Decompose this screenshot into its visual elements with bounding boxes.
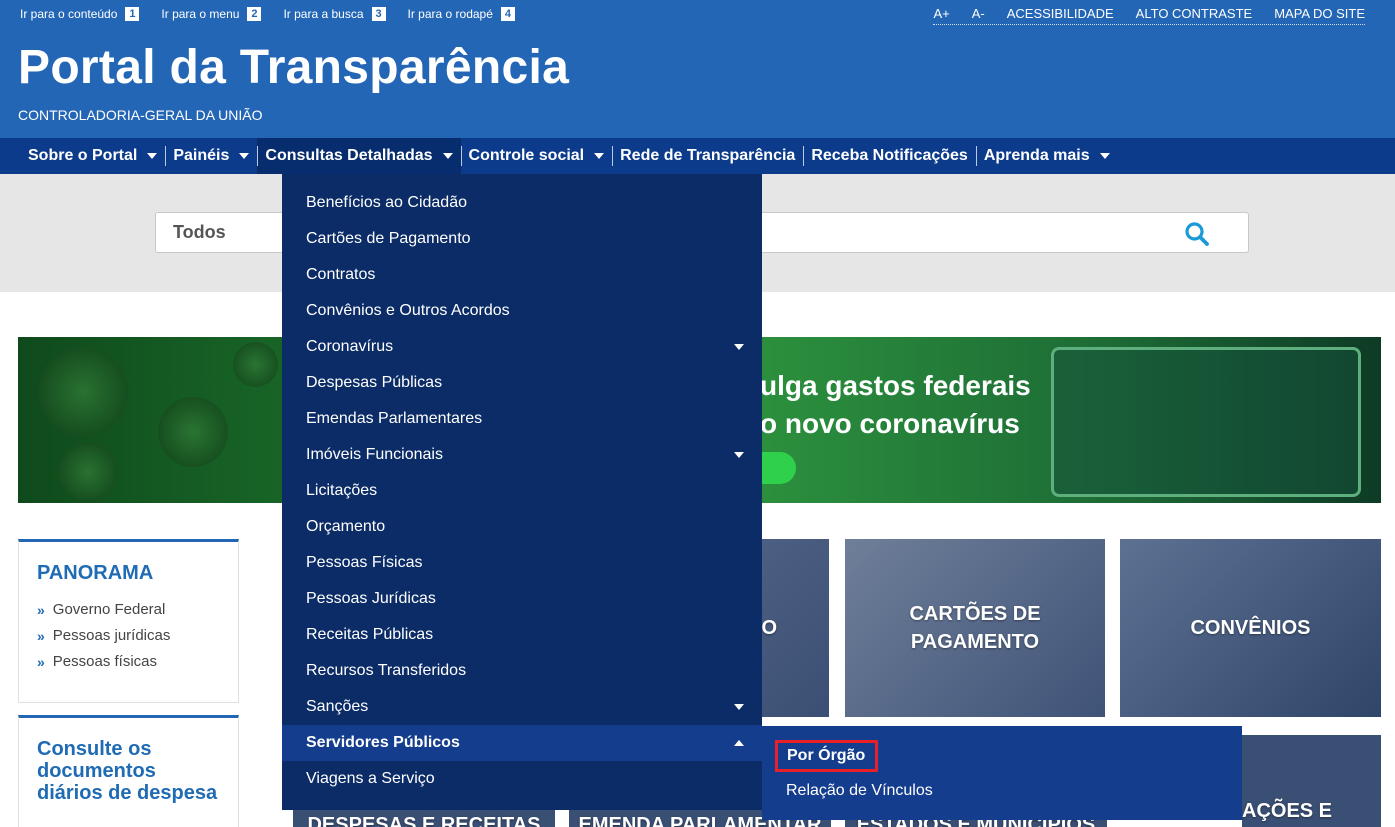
skip-to-search[interactable]: Ir para a busca 3 <box>283 7 386 21</box>
menu-item-licitacoes[interactable]: Licitações <box>282 473 762 509</box>
site-header: Ir para o conteúdo 1 Ir para o menu 2 Ir p… <box>0 0 1395 138</box>
menu-item-sancoes[interactable]: Sanções <box>282 689 762 725</box>
main-nav: Sobre o Portal Painéis Consultas Detalha… <box>0 138 1395 174</box>
nav-sobre-o-portal[interactable]: Sobre o Portal <box>20 138 165 174</box>
chevron-down-icon <box>1099 153 1110 159</box>
sitemap-link[interactable]: MAPA DO SITE <box>1274 6 1365 21</box>
font-increase-button[interactable]: A+ <box>933 6 949 21</box>
menu-item-pessoas-fisicas[interactable]: Pessoas Físicas <box>282 545 762 581</box>
menu-item-contratos[interactable]: Contratos <box>282 257 762 293</box>
skip-to-menu[interactable]: Ir para o menu 2 <box>161 7 262 21</box>
utility-links: A+ A- ACESSIBILIDADE ALTO CONTRASTE MAPA… <box>933 6 1365 25</box>
submenu-item-relacao-de-vinculos[interactable]: Relação de Vínculos <box>786 782 933 800</box>
virus-illustration <box>158 397 228 467</box>
menu-item-cartoes[interactable]: Cartões de Pagamento <box>282 221 762 257</box>
nav-rede-de-transparencia[interactable]: Rede de Transparência <box>612 138 803 174</box>
nav-aprenda-mais[interactable]: Aprenda mais <box>975 138 1118 174</box>
skip-to-content[interactable]: Ir para o conteúdo 1 <box>20 7 140 21</box>
chevron-down-icon <box>734 452 744 458</box>
site-subtitle: CONTROLADORIA-GERAL DA UNIÃO <box>18 107 263 123</box>
tile-partial-right[interactable]: AÇÕES E <box>1242 735 1381 827</box>
consultas-dropdown-menu: Benefícios ao Cidadão Cartões de Pagamen… <box>282 174 762 810</box>
nav-receba-notificacoes[interactable]: Receba Notificações <box>803 138 976 174</box>
menu-item-beneficios[interactable]: Benefícios ao Cidadão <box>282 185 762 221</box>
nav-paineis[interactable]: Painéis <box>165 138 257 174</box>
panorama-item-pessoas-fisicas[interactable]: » Pessoas físicas <box>37 653 238 670</box>
banner-cta-button[interactable] <box>760 452 796 484</box>
menu-item-pessoas-juridicas[interactable]: Pessoas Jurídicas <box>282 581 762 617</box>
consulte-title: Consulte os documentos diários de despes… <box>37 738 218 804</box>
chevron-down-icon <box>147 153 158 159</box>
menu-item-viagens[interactable]: Viagens a Serviço <box>282 761 762 797</box>
banner-headline: ulga gastos federais o novo coronavírus <box>760 370 1031 439</box>
tile-cartoes-de-pagamento[interactable]: CARTÕES DE PAGAMENTO <box>845 539 1105 717</box>
menu-item-servidores[interactable]: Servidores Públicos <box>282 725 762 761</box>
menu-item-recursos[interactable]: Recursos Transferidos <box>282 653 762 689</box>
accessibility-link[interactable]: ACESSIBILIDADE <box>1007 6 1114 21</box>
chevron-down-icon <box>442 153 453 159</box>
submenu-item-por-orgao[interactable]: Por Órgão <box>775 740 879 772</box>
panorama-card: PANORAMA » Governo Federal » Pessoas juríd… <box>18 539 239 703</box>
virus-illustration <box>233 342 278 387</box>
monitor-illustration <box>1051 347 1361 497</box>
search-scope-select[interactable]: Todos <box>156 213 226 252</box>
nav-controle-social[interactable]: Controle social <box>460 138 613 174</box>
menu-item-convenios[interactable]: Convênios e Outros Acordos <box>282 293 762 329</box>
panorama-item-governo-federal[interactable]: » Governo Federal <box>37 601 238 618</box>
chevron-down-icon <box>594 153 605 159</box>
consulte-card[interactable]: Consulte os documentos diários de despes… <box>18 715 239 827</box>
menu-item-receitas[interactable]: Receitas Públicas <box>282 617 762 653</box>
skip-links: Ir para o conteúdo 1 Ir para o menu 2 Ir p… <box>20 7 537 21</box>
font-decrease-button[interactable]: A- <box>972 6 985 21</box>
chevron-down-icon <box>734 344 744 350</box>
panorama-title: PANORAMA <box>37 562 154 584</box>
search-icon[interactable] <box>1184 221 1210 247</box>
menu-item-despesas[interactable]: Despesas Públicas <box>282 365 762 401</box>
skip-to-footer[interactable]: Ir para o rodapé 4 <box>408 7 515 21</box>
chevron-down-icon <box>239 153 250 159</box>
tile-convenios[interactable]: CONVÊNIOS <box>1120 539 1381 717</box>
chevron-down-icon <box>734 704 744 710</box>
virus-illustration <box>38 347 128 437</box>
menu-item-orcamento[interactable]: Orçamento <box>282 509 762 545</box>
site-title[interactable]: Portal da Transparência <box>18 40 569 95</box>
menu-item-imoveis[interactable]: Imóveis Funcionais <box>282 437 762 473</box>
double-chevron-right-icon: » <box>37 601 45 618</box>
menu-item-coronavirus[interactable]: Coronavírus <box>282 329 762 365</box>
chevron-up-icon <box>734 740 744 746</box>
panorama-list: » Governo Federal » Pessoas jurídicas » Pes… <box>19 585 238 670</box>
double-chevron-right-icon: » <box>37 653 45 670</box>
servidores-submenu: Por Órgão Relação de Vínculos <box>762 726 1242 820</box>
double-chevron-right-icon: » <box>37 627 45 644</box>
nav-consultas-detalhadas[interactable]: Consultas Detalhadas <box>257 138 461 174</box>
menu-item-emendas[interactable]: Emendas Parlamentares <box>282 401 762 437</box>
high-contrast-link[interactable]: ALTO CONTRASTE <box>1136 6 1253 21</box>
panorama-item-pessoas-juridicas[interactable]: » Pessoas jurídicas <box>37 627 238 644</box>
virus-illustration <box>58 442 118 502</box>
